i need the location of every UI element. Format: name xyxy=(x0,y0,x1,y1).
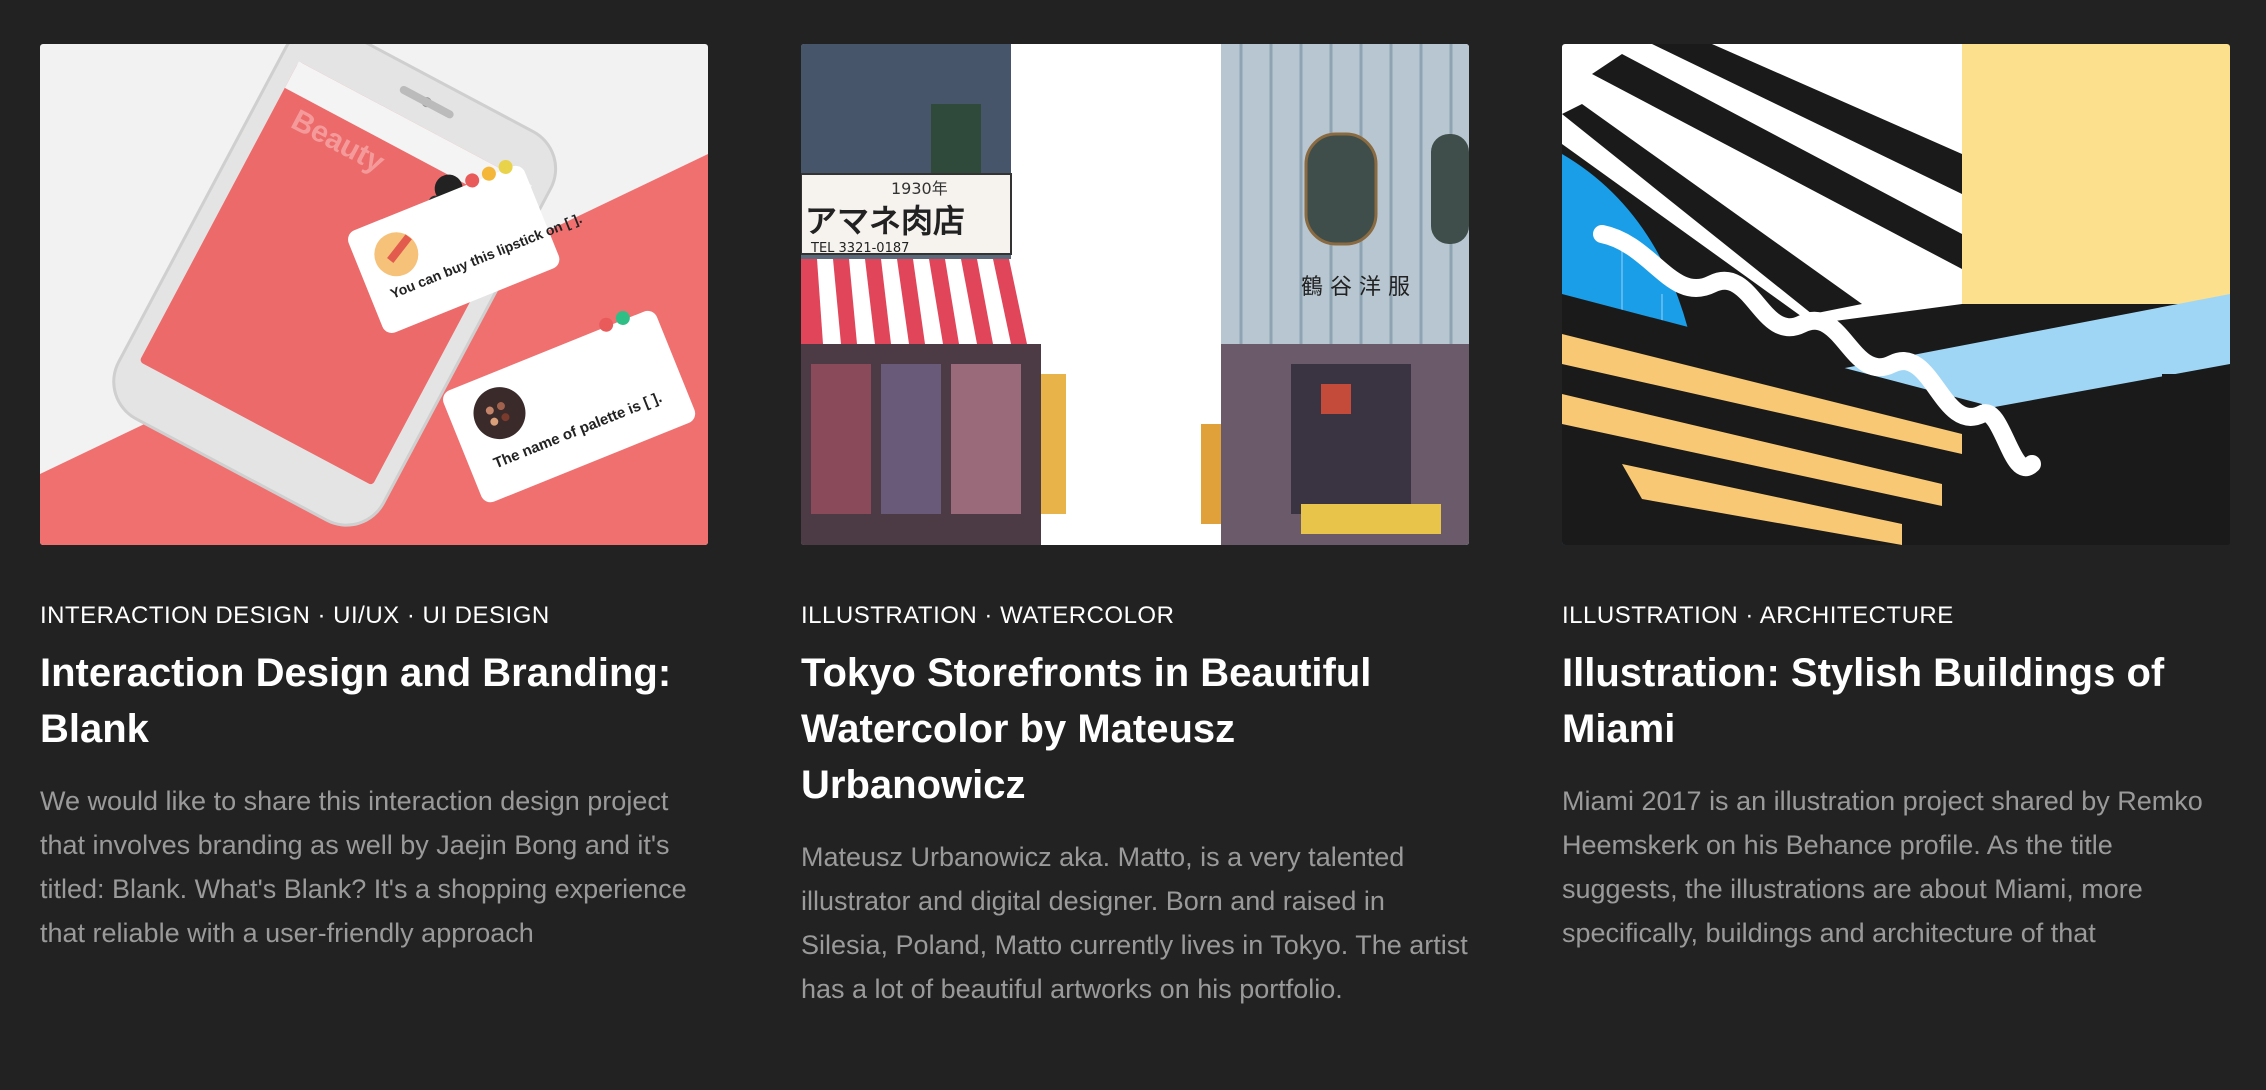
article-card-miami[interactable]: ILLUSTRATION · ARCHITECTURE Illustration… xyxy=(1562,44,2230,1011)
shop-phone-sign: TEL 3321-0187 xyxy=(810,241,909,256)
phone-mockup-illustration: Beauty You can buy this lipstick on [ ]. xyxy=(40,44,708,545)
article-card-tokyo[interactable]: 1930年 アマネ肉店 TEL 3321-0187 鶴 谷 洋 服 ILLUST… xyxy=(801,44,1469,1011)
article-card-blank[interactable]: Beauty You can buy this lipstick on [ ]. xyxy=(40,44,708,1011)
article-tags[interactable]: ILLUSTRATION · ARCHITECTURE xyxy=(1562,601,2230,631)
article-thumbnail-blank[interactable]: Beauty You can buy this lipstick on [ ]. xyxy=(40,44,708,545)
article-grid: Beauty You can buy this lipstick on [ ]. xyxy=(40,44,2230,1011)
miami-buildings-illustration xyxy=(1562,44,2230,545)
article-excerpt: Mateusz Urbanowicz aka. Matto, is a very… xyxy=(801,842,1468,1004)
article-title[interactable]: Illustration: Stylish Buildings of Miami xyxy=(1562,645,2230,757)
shop-year-sign: 1930年 xyxy=(891,179,948,198)
article-tags[interactable]: ILLUSTRATION · WATERCOLOR xyxy=(801,601,1469,631)
article-title[interactable]: Interaction Design and Branding: Blank xyxy=(40,645,708,757)
article-thumbnail-miami[interactable] xyxy=(1562,44,2230,545)
storefront-right-sign: 鶴 谷 洋 服 xyxy=(1301,275,1410,300)
article-excerpt: We would like to share this interaction … xyxy=(40,786,687,948)
shop-name-sign: アマネ肉店 xyxy=(805,202,965,240)
article-excerpt: Miami 2017 is an illustration project sh… xyxy=(1562,786,2203,948)
article-thumbnail-tokyo[interactable]: 1930年 アマネ肉店 TEL 3321-0187 鶴 谷 洋 服 xyxy=(801,44,1469,545)
article-title[interactable]: Tokyo Storefronts in Beautiful Watercolo… xyxy=(801,645,1469,813)
article-tags[interactable]: INTERACTION DESIGN · UI/UX · UI DESIGN xyxy=(40,601,708,631)
watercolor-storefront-illustration: 1930年 アマネ肉店 TEL 3321-0187 鶴 谷 洋 服 xyxy=(801,44,1469,545)
